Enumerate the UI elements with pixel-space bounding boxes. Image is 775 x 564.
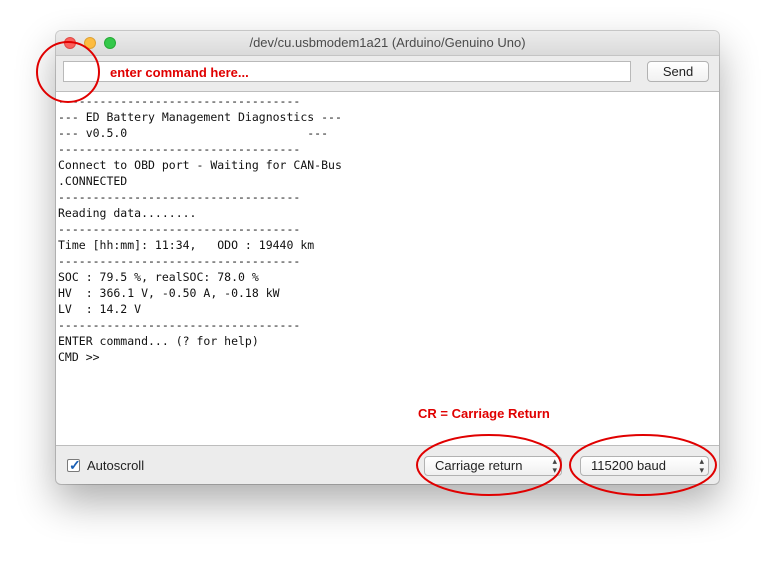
console-line: ENTER command... (? for help): [58, 334, 259, 348]
console-line: --- v0.5.0 ---: [58, 126, 329, 140]
baud-rate-select[interactable]: 115200 baud ▴ ▾: [580, 456, 709, 476]
checkmark-icon: ✓: [69, 457, 81, 473]
console-line: -----------------------------------: [58, 94, 301, 108]
send-button[interactable]: Send: [647, 61, 709, 82]
console-line: Reading data........: [58, 206, 197, 220]
console-line: LV : 14.2 V: [58, 302, 142, 316]
console-line: .CONNECTED: [58, 174, 128, 188]
serial-monitor-window: /dev/cu.usbmodem1a21 (Arduino/Genuino Un…: [56, 31, 719, 484]
up-down-chevron-icon: ▴ ▾: [699, 456, 704, 475]
command-input-annotation: enter command here...: [110, 65, 249, 80]
line-ending-select[interactable]: Carriage return ▴ ▾: [424, 456, 562, 476]
window-title: /dev/cu.usbmodem1a21 (Arduino/Genuino Un…: [249, 35, 526, 50]
console-line: -----------------------------------: [58, 318, 301, 332]
console-line: --- ED Battery Management Diagnostics --…: [58, 110, 342, 124]
serial-output-console[interactable]: ----------------------------------- --- …: [56, 91, 719, 446]
up-down-chevron-icon: ▴ ▾: [552, 456, 557, 475]
console-line: -----------------------------------: [58, 254, 301, 268]
console-line: Connect to OBD port - Waiting for CAN-Bu…: [58, 158, 342, 172]
console-line: Time [hh:mm]: 11:34, ODO : 19440 km: [58, 238, 315, 252]
console-line: -----------------------------------: [58, 190, 301, 204]
console-line: -----------------------------------: [58, 222, 301, 236]
title-bar: /dev/cu.usbmodem1a21 (Arduino/Genuino Un…: [56, 31, 719, 56]
console-line: CMD >>: [58, 350, 100, 364]
console-line: -----------------------------------: [58, 142, 301, 156]
baud-rate-value: 115200 baud: [591, 458, 666, 473]
carriage-return-annotation: CR = Carriage Return: [418, 406, 550, 421]
autoscroll-label: Autoscroll: [87, 458, 145, 473]
autoscroll-checkbox[interactable]: ✓: [67, 457, 81, 473]
console-line: SOC : 79.5 %, realSOC: 78.0 %: [58, 270, 259, 284]
console-line: HV : 366.1 V, -0.50 A, -0.18 kW: [58, 286, 280, 300]
line-ending-value: Carriage return: [435, 458, 523, 473]
